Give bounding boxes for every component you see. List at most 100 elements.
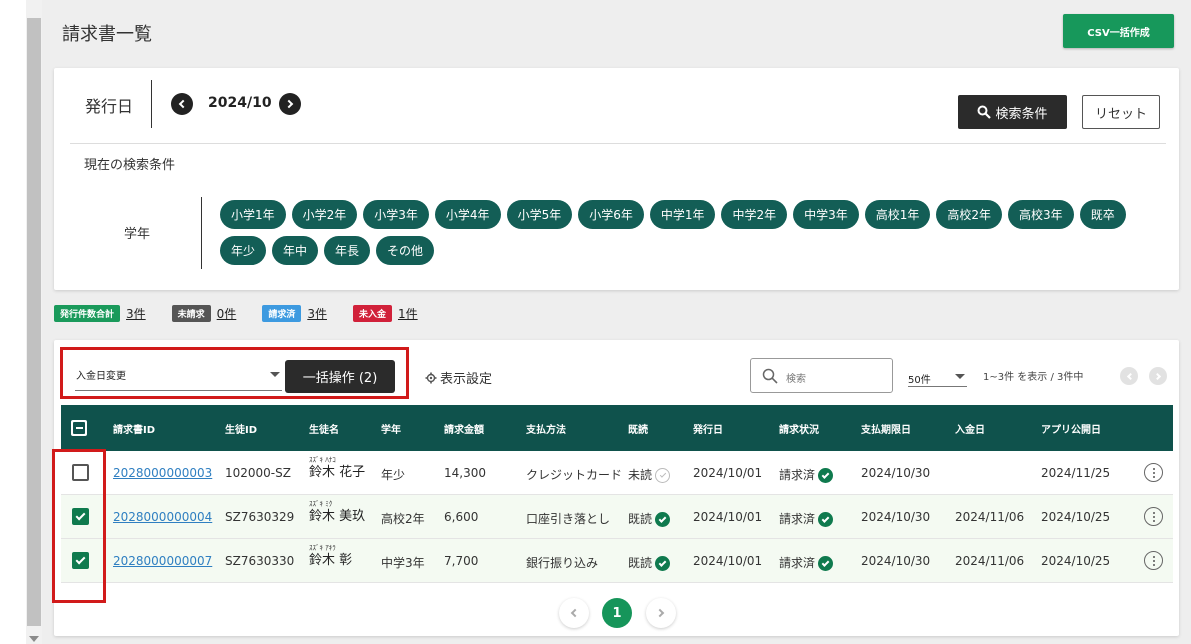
grade-chip[interactable]: 中学3年 bbox=[793, 200, 859, 229]
chevron-right-icon bbox=[1153, 372, 1161, 380]
table-search-input[interactable]: 検索 bbox=[750, 358, 893, 393]
table-row[interactable]: 2028000000003 102000-SZ ｽｽﾞｷ ﾊﾅｺ 鈴木 花子 年少 14,… bbox=[61, 451, 1173, 495]
billing-status-text: 請求済 bbox=[779, 468, 816, 482]
header-due-date[interactable]: 支払期限日 bbox=[861, 421, 911, 436]
grade-chip[interactable]: 高校2年 bbox=[936, 200, 1003, 229]
header-amount[interactable]: 請求金額 bbox=[444, 421, 484, 436]
header-billing-status[interactable]: 請求状況 bbox=[779, 421, 819, 436]
grade-chip[interactable]: 既卒 bbox=[1079, 200, 1126, 229]
student-name-kanji: 鈴木 花子 bbox=[309, 465, 366, 480]
header-payment-method[interactable]: 支払方法 bbox=[526, 421, 566, 436]
status-count[interactable]: 3件 bbox=[126, 305, 146, 322]
status-count[interactable]: 0件 bbox=[217, 305, 237, 322]
amount: 14,300 bbox=[444, 466, 486, 480]
more-options-icon[interactable] bbox=[1144, 463, 1163, 482]
due-date: 2024/10/30 bbox=[861, 554, 931, 568]
student-name-kanji: 鈴木 彰 bbox=[309, 553, 353, 568]
amount: 7,700 bbox=[444, 554, 479, 568]
next-month-button[interactable] bbox=[279, 93, 301, 115]
more-options-icon[interactable] bbox=[1144, 507, 1163, 526]
paid-date: 2024/11/06 bbox=[955, 510, 1025, 524]
billing-status-text: 請求済 bbox=[779, 556, 816, 570]
next-page-button[interactable] bbox=[1149, 367, 1167, 385]
issue-date: 2024/10/01 bbox=[693, 466, 763, 480]
search-conditions-button[interactable]: 検索条件 bbox=[958, 95, 1067, 129]
header-student-id[interactable]: 生徒ID bbox=[225, 421, 257, 436]
check-circle-icon bbox=[818, 512, 834, 527]
status-count[interactable]: 1件 bbox=[398, 305, 418, 322]
grade-chip[interactable]: 中学1年 bbox=[649, 200, 716, 229]
table-row[interactable]: 2028000000007 SZ7630330 ｽｽﾞｷ ｱｷﾗ 鈴木 彰 中学3年 7,… bbox=[61, 539, 1173, 583]
grade-chip[interactable]: 小学5年 bbox=[506, 200, 573, 229]
header-paid-date[interactable]: 入金日 bbox=[955, 421, 985, 436]
display-settings-label: 表示設定 bbox=[440, 372, 493, 387]
issue-date: 2024/10/01 bbox=[693, 510, 763, 524]
grade-chips: 小学1年 小学2年 小学3年 小学4年 小学5年 小学6年 中学1年 中学2年 中学3年 高校1年… bbox=[220, 200, 1140, 265]
grade-chip[interactable]: 高校1年 bbox=[864, 200, 931, 229]
grade-chip[interactable]: 小学6年 bbox=[578, 200, 644, 229]
grade-chip[interactable]: 年少 bbox=[220, 236, 267, 265]
pagination-prev-button[interactable] bbox=[559, 598, 589, 628]
header-issue-date[interactable]: 発行日 bbox=[693, 421, 723, 436]
grade-chip[interactable]: 年長 bbox=[324, 236, 371, 265]
grade-chip[interactable]: 小学2年 bbox=[291, 200, 358, 229]
student-name: ｽｽﾞｷ ﾐｸ 鈴木 美玖 bbox=[309, 500, 365, 525]
grade-chip[interactable]: 中学2年 bbox=[721, 200, 788, 229]
student-name-kanji: 鈴木 美玖 bbox=[309, 509, 366, 524]
header-invoice-id[interactable]: 請求書ID bbox=[113, 421, 155, 436]
billing-status: 請求済 bbox=[779, 466, 834, 483]
app-publish-date: 2024/11/25 bbox=[1041, 466, 1111, 480]
left-margin bbox=[0, 0, 26, 644]
more-options-icon[interactable] bbox=[1144, 551, 1163, 570]
student-name: ｽｽﾞｷ ｱｷﾗ 鈴木 彰 bbox=[309, 544, 352, 569]
invoice-id-link[interactable]: 2028000000003 bbox=[113, 466, 212, 480]
issue-date-label: 発行日 bbox=[85, 97, 134, 116]
status-summary: 発行件数合計 3件 未請求 0件 請求済 3件 未入金 1件 bbox=[54, 305, 444, 322]
grade-chip[interactable]: 年中 bbox=[272, 236, 319, 265]
invoice-id-link[interactable]: 2028000000004 bbox=[113, 510, 212, 524]
student-name-kana: ｽｽﾞｷ ｱｷﾗ bbox=[309, 544, 336, 552]
chevron-left-icon bbox=[178, 99, 188, 109]
chevron-left-icon bbox=[570, 608, 580, 618]
gear-icon bbox=[425, 372, 437, 383]
table-row[interactable]: 2028000000004 SZ7630329 ｽｽﾞｷ ﾐｸ 鈴木 美玖 高校2年 6,… bbox=[61, 495, 1173, 539]
header-grade[interactable]: 学年 bbox=[381, 421, 401, 436]
student-name-kana: ｽｽﾞｷ ﾊﾅｺ bbox=[309, 456, 336, 464]
grade-chip[interactable]: 小学1年 bbox=[220, 200, 286, 229]
pagination-current-page[interactable]: 1 bbox=[602, 598, 632, 628]
payment-method: クレジットカード bbox=[526, 468, 623, 482]
app-publish-date: 2024/10/25 bbox=[1041, 554, 1111, 568]
grade-chip[interactable]: 高校3年 bbox=[1008, 200, 1074, 229]
pagination-next-button[interactable] bbox=[646, 598, 676, 628]
status-badge: 未請求 bbox=[171, 305, 211, 322]
status-count[interactable]: 3件 bbox=[307, 305, 327, 322]
prev-page-button[interactable] bbox=[1120, 367, 1138, 385]
status-badge: 請求済 bbox=[262, 305, 302, 322]
vertical-scrollbar[interactable] bbox=[26, 0, 42, 644]
prev-month-button[interactable] bbox=[171, 93, 193, 115]
paid-date: 2024/11/06 bbox=[955, 554, 1025, 568]
page-title: 請求書一覧 bbox=[62, 24, 152, 45]
reset-button[interactable]: リセット bbox=[1082, 95, 1160, 129]
amount: 6,600 bbox=[444, 510, 479, 524]
csv-bulk-create-button[interactable]: CSV一括作成 bbox=[1063, 14, 1174, 48]
check-circle-icon bbox=[818, 556, 834, 571]
scroll-down-arrow-icon[interactable] bbox=[29, 636, 39, 642]
header-student-name[interactable]: 生徒名 bbox=[309, 421, 339, 436]
header-read[interactable]: 既読 bbox=[628, 421, 648, 436]
table-header: 請求書ID 生徒ID 生徒名 学年 請求金額 支払方法 既読 発行日 請求状況 … bbox=[61, 405, 1173, 451]
issue-date: 2024/10/01 bbox=[693, 554, 763, 568]
invoice-id-link[interactable]: 2028000000007 bbox=[113, 554, 212, 568]
due-date: 2024/10/30 bbox=[861, 466, 931, 480]
display-settings-button[interactable]: 表示設定 bbox=[425, 368, 492, 387]
scrollbar-thumb[interactable] bbox=[27, 18, 41, 626]
payment-method: 銀行振り込み bbox=[526, 556, 599, 570]
per-page-select[interactable]: 50件 bbox=[908, 369, 967, 387]
grade-chip[interactable]: その他 bbox=[376, 236, 435, 265]
grade-label: 学年 bbox=[124, 227, 151, 242]
header-app-publish-date[interactable]: アプリ公開日 bbox=[1041, 421, 1101, 436]
grade-chip[interactable]: 小学3年 bbox=[363, 200, 429, 229]
grade-chip[interactable]: 小学4年 bbox=[434, 200, 501, 229]
status-badge: 発行件数合計 bbox=[54, 305, 121, 322]
select-all-checkbox[interactable] bbox=[71, 420, 87, 436]
